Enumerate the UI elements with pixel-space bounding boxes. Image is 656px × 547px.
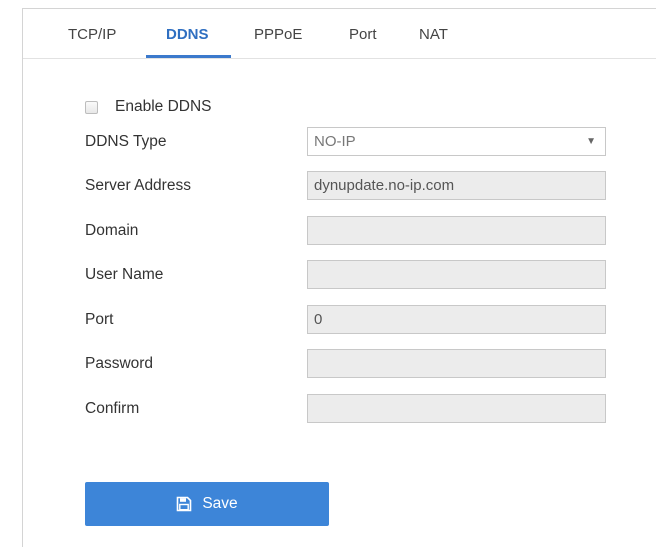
save-button[interactable]: Save: [85, 482, 329, 526]
enable-ddns-label: Enable DDNS: [115, 98, 212, 115]
active-tab-indicator: [146, 55, 231, 58]
confirm-label: Confirm: [85, 400, 140, 417]
ddns-type-label: DDNS Type: [85, 133, 167, 150]
enable-ddns-checkbox[interactable]: [85, 101, 98, 114]
tab-ddns[interactable]: DDNS: [166, 26, 209, 43]
domain-label: Domain: [85, 222, 139, 239]
save-icon: [177, 496, 192, 512]
port-label: Port: [85, 311, 114, 328]
ddns-type-value: NO-IP: [314, 133, 356, 150]
ddns-settings-panel: TCP/IP DDNS PPPoE Port NAT Enable DDNS D…: [22, 8, 656, 547]
tab-tcp-ip[interactable]: TCP/IP: [68, 26, 116, 43]
server-address-field[interactable]: dynupdate.no-ip.com: [307, 171, 606, 200]
save-button-label: Save: [202, 495, 238, 512]
tab-port[interactable]: Port: [349, 26, 377, 43]
server-address-label: Server Address: [85, 177, 191, 194]
confirm-password-field[interactable]: [307, 394, 606, 423]
password-label: Password: [85, 355, 154, 372]
chevron-down-icon: ▼: [586, 136, 596, 147]
user-name-field[interactable]: [307, 260, 606, 289]
password-field[interactable]: [307, 349, 606, 378]
tab-pppoe[interactable]: PPPoE: [254, 26, 302, 43]
port-field[interactable]: 0: [307, 305, 606, 334]
tab-bar: TCP/IP DDNS PPPoE Port NAT: [23, 9, 656, 59]
ddns-type-select[interactable]: NO-IP ▼: [307, 127, 606, 156]
domain-field[interactable]: [307, 216, 606, 245]
user-name-label: User Name: [85, 266, 164, 283]
tab-nat[interactable]: NAT: [419, 26, 448, 43]
